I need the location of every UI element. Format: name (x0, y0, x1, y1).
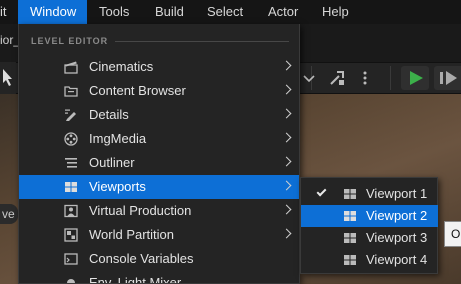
viewports-submenu: Viewport 1 Viewport 2 Viewport 3 Viewpor… (300, 177, 438, 274)
presenter-icon (64, 204, 78, 218)
menu-item-label: Details (89, 107, 129, 122)
viewport-grid-icon (344, 255, 356, 265)
submenu-item-label: Viewport 4 (366, 252, 428, 267)
viewport-grid-icon (65, 182, 77, 192)
play-button[interactable] (401, 66, 429, 90)
pencil-icon (65, 109, 76, 121)
menu-bar: it Window Tools Build Select Actor Help (0, 0, 461, 24)
chevron-right-icon (281, 180, 292, 191)
menu-help[interactable]: Help (314, 0, 357, 24)
level-tab-label[interactable]: ior_ (0, 33, 20, 47)
menu-item-label: Env. Light Mixer (89, 275, 182, 284)
menu-build[interactable]: Build (147, 0, 192, 24)
tooltip: O (444, 221, 461, 247)
menu-item-label: Outliner (89, 155, 135, 170)
submenu-item-viewport-3[interactable]: Viewport 3 (301, 227, 438, 249)
viewport-grid-icon (344, 233, 356, 243)
menu-item-label: Virtual Production (89, 203, 192, 218)
film-icon (64, 61, 78, 74)
toolbar-separator (390, 66, 391, 90)
section-title-level-editor: LEVEL EDITOR (31, 36, 109, 46)
menu-select[interactable]: Select (199, 0, 251, 24)
cursor-icon (3, 69, 12, 86)
menu-item-label: Cinematics (89, 59, 154, 74)
menu-item-label: World Partition (89, 227, 175, 242)
chevron-right-icon (281, 108, 292, 119)
menu-item-label: Viewports (89, 179, 146, 194)
menu-item-console-variables[interactable]: Console Variables (19, 247, 299, 271)
viewport-grid-icon (344, 189, 356, 199)
submenu-item-label: Viewport 1 (366, 186, 428, 201)
menu-item-viewports[interactable]: Viewports (19, 175, 299, 199)
menu-item-imgmedia[interactable]: ImgMedia (19, 127, 299, 151)
folder-icon (64, 86, 78, 97)
submenu-item-label: Viewport 2 (366, 208, 428, 223)
chevron-right-icon (281, 132, 292, 143)
menu-item-content-browser[interactable]: Content Browser (19, 79, 299, 103)
chevron-right-icon (281, 60, 292, 71)
menu-item-label: Console Variables (89, 251, 194, 266)
submenu-item-viewport-1[interactable]: Viewport 1 (301, 183, 438, 205)
menu-item-env-light-mixer[interactable]: Env. Light Mixer (19, 271, 299, 284)
menu-tools[interactable]: Tools (91, 0, 137, 24)
light-mixer-icon (67, 279, 75, 283)
viewport-grid-icon (344, 211, 356, 221)
chevron-right-icon (281, 204, 292, 215)
submenu-item-viewport-4[interactable]: Viewport 4 (301, 249, 438, 271)
menu-item-label: Content Browser (89, 83, 186, 98)
advance-frame-button[interactable] (434, 66, 461, 90)
submenu-item-viewport-2[interactable]: Viewport 2 (301, 205, 438, 227)
platforms-icon[interactable] (328, 69, 346, 87)
checkmark-icon (316, 186, 327, 197)
more-options-icon[interactable] (356, 69, 374, 87)
world-partition-icon (64, 228, 78, 242)
select-mode-button[interactable] (0, 62, 16, 94)
chevron-right-icon (281, 228, 292, 239)
menu-item-outliner[interactable]: Outliner (19, 151, 299, 175)
chevron-down-icon[interactable] (300, 69, 318, 87)
window-menu: LEVEL EDITOR Cinematics Content Browser … (18, 24, 300, 284)
menu-item-world-partition[interactable]: World Partition (19, 223, 299, 247)
menu-edit[interactable]: it (0, 0, 15, 24)
menu-window[interactable]: Window (18, 0, 87, 24)
chevron-right-icon (281, 84, 292, 95)
menu-actor[interactable]: Actor (260, 0, 306, 24)
section-divider (115, 41, 289, 42)
list-icon (65, 158, 77, 168)
console-icon (64, 253, 78, 265)
menu-item-cinematics[interactable]: Cinematics (19, 55, 299, 79)
menu-item-label: ImgMedia (89, 131, 147, 146)
menu-item-virtual-production[interactable]: Virtual Production (19, 199, 299, 223)
submenu-item-label: Viewport 3 (366, 230, 428, 245)
chevron-right-icon (281, 156, 292, 167)
film-reel-icon (64, 132, 78, 146)
viewport-mode-chip[interactable]: ve (0, 204, 18, 224)
menu-item-details[interactable]: Details (19, 103, 299, 127)
